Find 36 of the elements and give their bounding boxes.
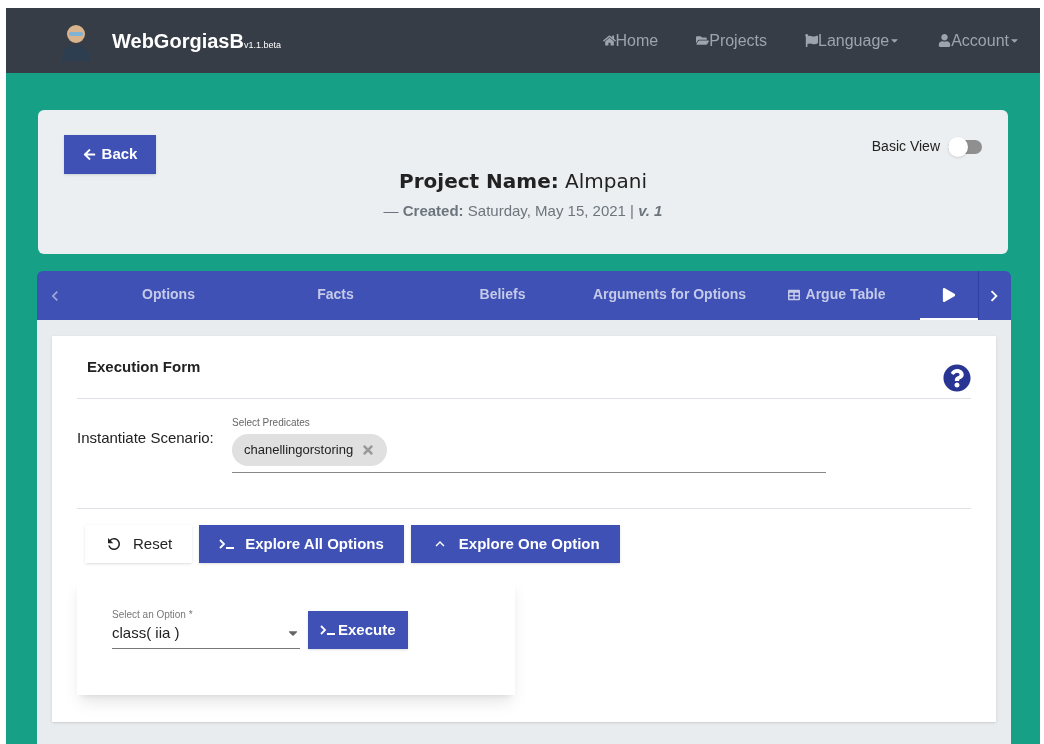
arrow-left-icon xyxy=(82,148,96,161)
nav-link[interactable]: Account xyxy=(938,28,1020,53)
terminal-icon xyxy=(219,539,236,549)
user-icon xyxy=(938,34,952,47)
tab[interactable]: Arguments for Options xyxy=(586,271,753,320)
nav-link[interactable]: Projects xyxy=(696,28,767,53)
reset-icon xyxy=(105,535,123,553)
project-name: Project Name: Almpani xyxy=(399,168,647,195)
terminal-icon xyxy=(320,625,336,635)
execute-button[interactable]: Execute xyxy=(308,611,408,649)
action-button[interactable]: Reset xyxy=(85,525,193,563)
help-icon[interactable] xyxy=(943,364,971,392)
option-select[interactable]: Select an Option * class( iia ) xyxy=(112,607,300,649)
basic-view-switch[interactable] xyxy=(948,136,984,157)
tab[interactable]: Argue Table xyxy=(753,271,920,320)
tab[interactable]: Beliefs xyxy=(419,271,586,320)
project-created: — Created: Saturday, May 15, 2021 | v. 1 xyxy=(383,201,663,221)
action-button[interactable]: Explore All Options xyxy=(199,525,404,563)
form-title: Execution Form xyxy=(87,356,201,377)
predicate-chip: chanellingorstoring xyxy=(232,434,388,466)
table-icon xyxy=(787,288,800,301)
nav-link[interactable]: Language xyxy=(805,28,901,53)
toggle-label: Basic View xyxy=(871,137,940,156)
nav-link[interactable]: Home xyxy=(602,28,659,53)
back-button[interactable]: Back xyxy=(64,135,156,174)
play-icon xyxy=(942,287,956,302)
tab[interactable]: Options xyxy=(85,271,252,320)
version-label: v1.1.beta xyxy=(243,40,281,50)
tab[interactable]: Facts xyxy=(252,271,419,320)
action-button[interactable]: Explore One Option xyxy=(410,525,620,563)
scenario-label: Instantiate Scenario: xyxy=(77,428,215,448)
predicates-field[interactable]: Select Predicates chanellingorstoring xyxy=(232,415,826,473)
brand-name[interactable]: WebGorgiasB xyxy=(112,25,244,56)
flag-icon xyxy=(805,34,818,47)
folder-icon xyxy=(696,34,710,47)
home-icon xyxy=(602,34,616,47)
